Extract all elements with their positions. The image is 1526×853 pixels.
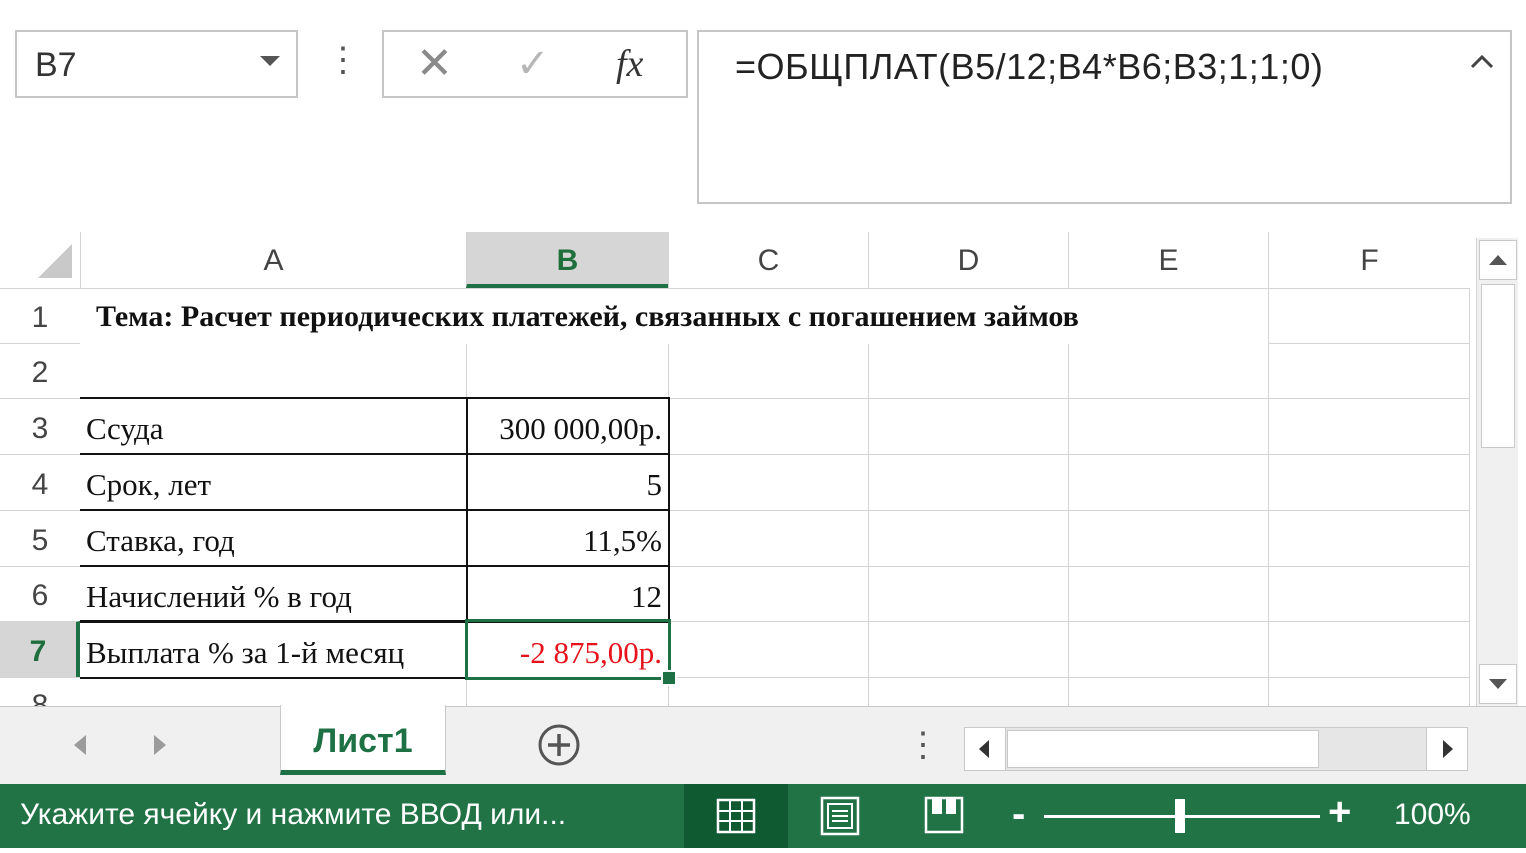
scroll-up-button[interactable] [1479, 240, 1517, 280]
zoom-slider-thumb[interactable] [1175, 799, 1185, 833]
gridline [1268, 288, 1269, 706]
gridline [1469, 288, 1470, 706]
active-cell-outline [465, 619, 671, 680]
gridline [1068, 288, 1069, 706]
column-headers: A B C D E F [0, 232, 1470, 288]
row-header-1[interactable]: 1 [0, 288, 80, 343]
gridline [1268, 288, 1269, 344]
cell-a5[interactable]: Ставка, год [80, 509, 468, 567]
worksheet-grid[interactable]: Тема: Расчет периодических платежей, свя… [80, 288, 1470, 706]
arrow-down-icon [1489, 679, 1507, 689]
name-box[interactable]: B7 [15, 30, 298, 98]
scroll-right-button[interactable] [1426, 728, 1467, 770]
horizontal-scroll-thumb[interactable] [1007, 730, 1319, 768]
grid-view-icon [716, 798, 756, 834]
page-layout-view-button[interactable] [788, 784, 892, 848]
column-header-c[interactable]: C [668, 232, 868, 288]
select-all-button[interactable] [0, 232, 80, 288]
sheet-tab-active[interactable]: Лист1 [280, 705, 446, 775]
enter-icon[interactable]: ✓ [516, 42, 550, 86]
fill-handle[interactable] [661, 670, 677, 686]
cell-a1-title[interactable]: Тема: Расчет периодических платежей, свя… [80, 288, 1268, 344]
vertical-scroll-thumb[interactable] [1481, 284, 1515, 448]
cell-b4[interactable]: 5 [466, 453, 670, 511]
cell-a4[interactable]: Срок, лет [80, 453, 468, 511]
formula-bar-buttons: ✕ ✓ fx [382, 30, 688, 98]
column-header-b[interactable]: B [466, 232, 668, 288]
gridline [80, 288, 1470, 289]
next-sheet-icon[interactable] [154, 735, 166, 755]
row-header-8[interactable]: 8 [0, 677, 80, 706]
plus-circle-icon[interactable] [537, 723, 581, 767]
scroll-left-button[interactable] [965, 728, 1006, 770]
arrow-left-icon [979, 740, 989, 758]
cell-a6[interactable]: Начислений % в год [80, 565, 468, 623]
name-box-dropdown-icon[interactable] [260, 56, 280, 66]
normal-view-button[interactable] [684, 784, 788, 848]
status-bar: Укажите ячейку и нажмите ВВОД или... - +… [0, 784, 1526, 848]
tab-split-handle[interactable]: ⋮ [906, 725, 940, 765]
formula-text: =ОБЩПЛАТ(B5/12;B4*B6;B3;1;1;0) [735, 46, 1324, 87]
status-message: Укажите ячейку и нажмите ВВОД или... [20, 798, 567, 831]
row-header-6[interactable]: 6 [0, 566, 80, 621]
zoom-in-button[interactable]: + [1328, 792, 1351, 832]
cell-b3[interactable]: 300 000,00р. [466, 397, 670, 455]
column-header-e[interactable]: E [1068, 232, 1268, 288]
previous-sheet-icon[interactable] [74, 735, 86, 755]
row-header-4[interactable]: 4 [0, 454, 80, 510]
cell-b5[interactable]: 11,5% [466, 509, 670, 567]
zoom-out-button[interactable]: - [1012, 794, 1025, 834]
cell-a7[interactable]: Выплата % за 1-й месяц [80, 620, 468, 679]
formula-bar-resize-handle[interactable]: ⋮ [326, 40, 360, 80]
page-break-view-button[interactable] [892, 784, 996, 848]
scroll-down-button[interactable] [1479, 664, 1517, 704]
column-header-a[interactable]: A [80, 232, 466, 288]
arrow-up-icon [1489, 255, 1507, 265]
gridline [868, 288, 869, 706]
insert-function-icon[interactable]: fx [616, 42, 643, 86]
cell-b6[interactable]: 12 [466, 565, 670, 623]
vertical-scrollbar[interactable] [1476, 238, 1518, 706]
cancel-icon[interactable]: ✕ [416, 42, 453, 86]
name-box-value: B7 [35, 46, 77, 84]
zoom-level[interactable]: 100% [1394, 798, 1471, 832]
column-header-f[interactable]: F [1268, 232, 1470, 288]
formula-input[interactable]: =ОБЩПЛАТ(B5/12;B4*B6;B3;1;1;0) [697, 30, 1512, 204]
sheet-tab-bar: Лист1 ⋮ [0, 705, 1526, 784]
collapse-formula-bar-icon[interactable] [1468, 48, 1496, 76]
row-header-7[interactable]: 7 [0, 621, 80, 677]
horizontal-scrollbar[interactable] [964, 727, 1468, 771]
page-layout-icon [820, 796, 860, 836]
cell-a3[interactable]: Ссуда [80, 397, 468, 455]
page-break-icon [924, 796, 964, 834]
row-header-5[interactable]: 5 [0, 510, 80, 566]
column-header-d[interactable]: D [868, 232, 1068, 288]
row-header-2[interactable]: 2 [0, 343, 80, 398]
row-header-3[interactable]: 3 [0, 398, 80, 454]
arrow-right-icon [1443, 740, 1453, 758]
